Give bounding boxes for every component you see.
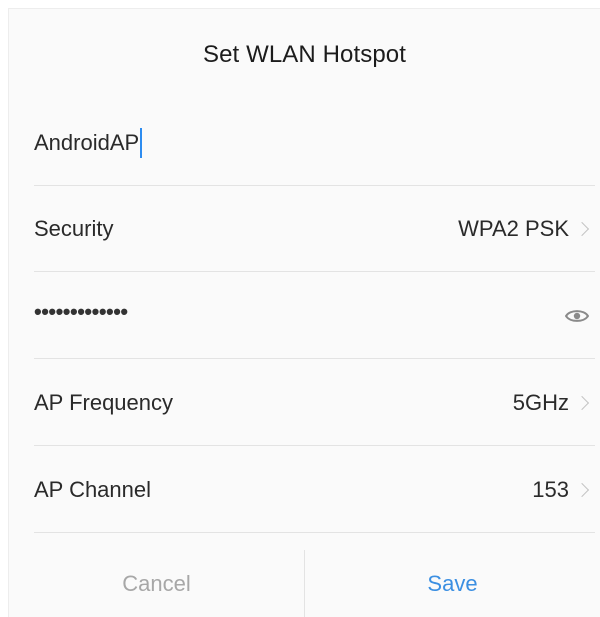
- channel-row[interactable]: AP Channel 153: [34, 447, 595, 533]
- ssid-value: AndroidAP: [34, 130, 140, 155]
- save-button[interactable]: Save: [305, 550, 600, 617]
- chevron-right-icon: [574, 395, 590, 411]
- dialog-buttons: Cancel Save: [9, 550, 600, 617]
- chevron-right-icon: [574, 221, 590, 237]
- frequency-selector[interactable]: 5GHz: [513, 390, 595, 416]
- password-row[interactable]: •••••••••••••: [34, 273, 595, 359]
- security-label: Security: [34, 216, 114, 241]
- ssid-row[interactable]: AndroidAP: [34, 100, 595, 186]
- cancel-button[interactable]: Cancel: [9, 550, 304, 617]
- frequency-label: AP Frequency: [34, 390, 174, 415]
- eye-icon[interactable]: [565, 308, 589, 324]
- channel-selector[interactable]: 153: [532, 477, 595, 503]
- wlan-hotspot-dialog: Set WLAN Hotspot AndroidAP Security WPA2…: [9, 9, 600, 617]
- chevron-right-icon: [574, 482, 590, 498]
- ssid-input[interactable]: AndroidAP: [34, 128, 143, 158]
- security-value: WPA2 PSK: [458, 216, 569, 241]
- security-selector[interactable]: WPA2 PSK: [458, 216, 595, 242]
- dialog-frame: Set WLAN Hotspot AndroidAP Security WPA2…: [8, 8, 600, 617]
- text-cursor: [140, 128, 143, 158]
- security-row[interactable]: Security WPA2 PSK: [34, 186, 595, 272]
- frequency-row[interactable]: AP Frequency 5GHz: [34, 360, 595, 446]
- dialog-title: Set WLAN Hotspot: [202, 41, 406, 68]
- frequency-value: 5GHz: [512, 390, 569, 415]
- channel-value: 153: [532, 477, 569, 502]
- channel-label: AP Channel: [34, 477, 152, 502]
- password-field[interactable]: •••••••••••••: [34, 299, 128, 325]
